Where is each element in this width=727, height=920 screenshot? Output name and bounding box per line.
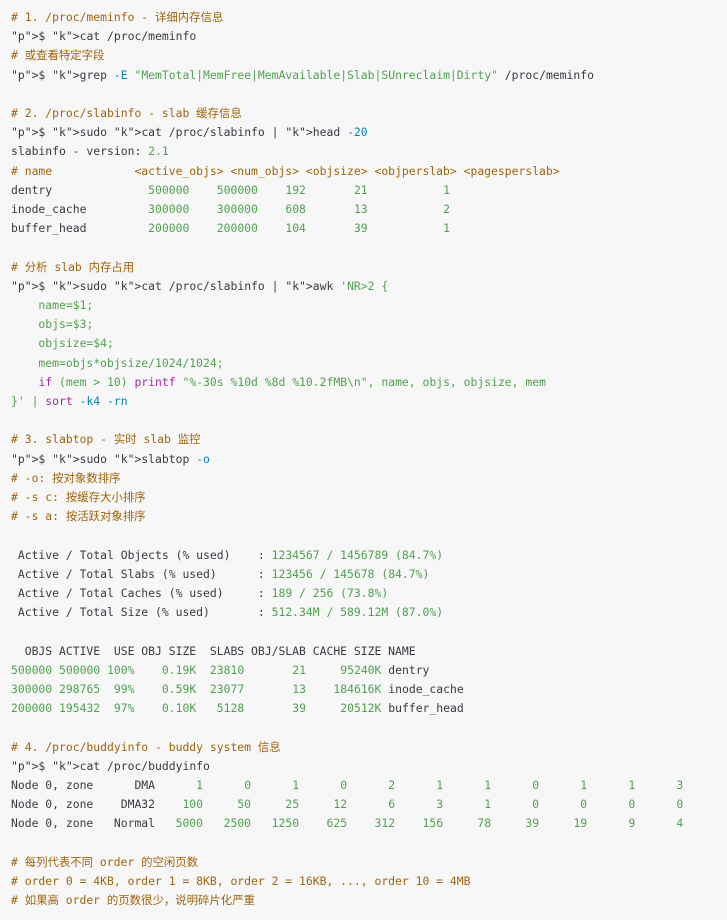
- comment-line: # -o: 按对象数排序: [11, 470, 121, 485]
- comment-line: # 或查看特定字段: [11, 48, 105, 63]
- comment-line: # order 0 = 4KB, order 1 = 8KB, order 2 …: [11, 874, 471, 888]
- output-line: Active / Total Caches (% used) : 189 / 2…: [11, 586, 389, 600]
- comment-line: # name <active_objs> <num_objs> <objsize…: [11, 163, 560, 178]
- output-line: 500000 500000 100% 0.19K 23810 21 95240K…: [11, 662, 430, 677]
- command-line: "p">$ "k">grep -E "MemTotal|MemFree|MemA…: [11, 67, 594, 82]
- output-line: objsize=$4;: [11, 336, 114, 351]
- code-block: # 1. /proc/meminfo - 详细内存信息 "p">$ "k">cat…: [0, 0, 727, 920]
- output-line: }' | sort -k4 -rn: [11, 394, 128, 408]
- command-line: "p">$ "k">cat /proc/meminfo: [11, 29, 197, 44]
- output-line: if (mem > 10) printf "%-30s %10d %8d %10…: [38, 374, 546, 389]
- comment-line: # -s c: 按缓存大小排序: [11, 490, 146, 504]
- command-line: "p">$ "k">sudo "k">cat /proc/slabinfo | …: [11, 125, 368, 140]
- output-line: 200000 195432 97% 0.10K 5128 39 20512K b…: [11, 701, 464, 716]
- output-line: dentry 500000 500000 192 21 1: [11, 182, 450, 197]
- output-line: Active / Total Size (% used) : 512.34M /…: [11, 605, 444, 620]
- comment-line: # 1. /proc/meminfo - 详细内存信息: [11, 10, 224, 24]
- comment-line: # 如果高 order 的页数很少，说明碎片化严重: [11, 893, 255, 908]
- comment-line: # 每列代表不同 order 的空闲页数: [11, 854, 199, 869]
- output-line: OBJS ACTIVE USE OBJ SIZE SLABS OBJ/SLAB …: [11, 643, 416, 658]
- output-line: Active / Total Slabs (% used) : 123456 /…: [11, 566, 430, 581]
- comment-line: # 4. /proc/buddyinfo - buddy system 信息: [11, 739, 281, 754]
- output-line: Node 0, zone Normal 5000 2500 1250 625 3…: [11, 816, 684, 831]
- comment-line: # 分析 slab 内存占用: [11, 259, 135, 274]
- output-line: name=$1;: [11, 298, 94, 312]
- command-line: "p">$ "k">sudo "k">slabtop -o: [11, 451, 210, 466]
- comment-line: # 3. slabtop - 实时 slab 监控: [11, 432, 201, 447]
- output-line: Node 0, zone DMA32 100 50 25 12 6 3 1 0 …: [11, 797, 684, 812]
- output-line: buffer_head 200000 200000 104 39 1: [11, 221, 450, 236]
- output-line: Node 0, zone DMA 1 0 1 0 2 1 1 0 1 1 3: [11, 778, 684, 792]
- output-line: objs=$3;: [11, 317, 94, 332]
- command-line: "p">$ "k">sudo "k">cat /proc/slabinfo | …: [11, 278, 389, 293]
- output-line: 300000 298765 99% 0.59K 23077 13 184616K…: [11, 682, 464, 696]
- command-line: "p">$ "k">cat /proc/buddyinfo: [11, 758, 210, 773]
- output-line: mem=objs*objsize/1024/1024;: [11, 355, 224, 370]
- comment-line: # 2. /proc/slabinfo - slab 缓存信息: [11, 106, 242, 120]
- output-line: Active / Total Objects (% used) : 123456…: [11, 547, 444, 562]
- output-line: inode_cache 300000 300000 608 13 2: [11, 202, 450, 216]
- output-line: slabinfo - version: 2.1: [11, 144, 169, 159]
- comment-line: # -s a: 按活跃对象排序: [11, 509, 146, 524]
